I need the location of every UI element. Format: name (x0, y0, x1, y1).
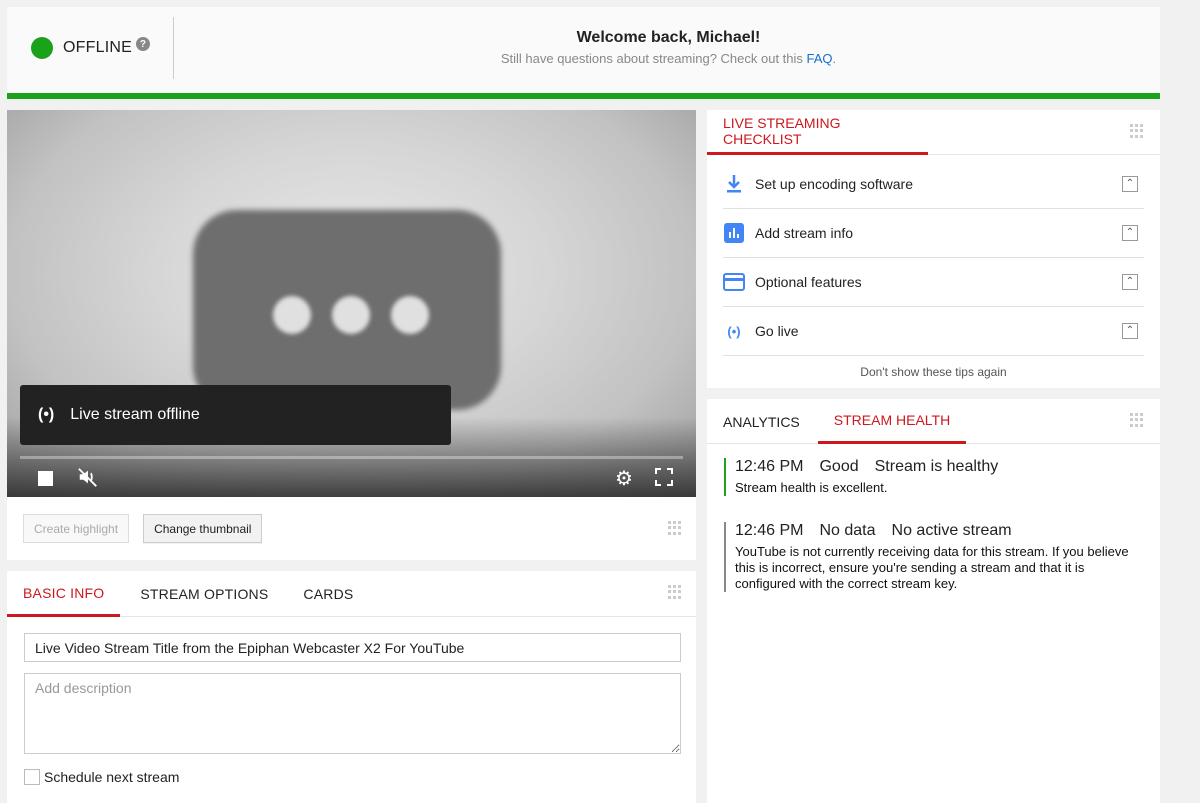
event-description: YouTube is not currently receiving data … (735, 544, 1129, 591)
loading-dot (332, 296, 370, 334)
video-preview[interactable]: (•) Live stream offline ⚙ (7, 110, 696, 497)
event-summary: Stream is healthy (874, 458, 999, 475)
tab-analytics[interactable]: ANALYTICS (707, 399, 816, 444)
expand-icon[interactable]: ⌃ (1122, 323, 1138, 339)
live-streaming-checklist: LIVE STREAMING CHECKLIST Set up encoding… (707, 110, 1160, 388)
welcome-subtitle: Still have questions about streaming? Ch… (177, 51, 1160, 66)
welcome-message: Welcome back, Michael! Still have questi… (177, 29, 1160, 66)
info-tabs: BASIC INFO STREAM OPTIONS CARDS (7, 571, 696, 617)
drag-handle-icon[interactable] (1130, 413, 1144, 427)
tab-stream-health[interactable]: STREAM HEALTH (817, 399, 967, 444)
stream-status: OFFLINE ? (31, 37, 150, 59)
event-summary: No active stream (891, 522, 1012, 539)
event-time: 12:46 PM (735, 522, 804, 539)
checklist-item-label: Optional features (755, 274, 862, 290)
schedule-label: Schedule next stream (44, 769, 180, 785)
checklist-item-label: Go live (755, 323, 799, 339)
drag-handle-icon[interactable] (668, 521, 682, 535)
loading-dot (273, 296, 311, 334)
faq-link[interactable]: FAQ (807, 51, 833, 66)
event-header: 12:46 PM Good Stream is healthy (735, 458, 1144, 476)
expand-icon[interactable]: ⌃ (1122, 176, 1138, 192)
chart-icon (723, 222, 745, 244)
welcome-sub-text: Still have questions about streaming? Ch… (500, 51, 807, 66)
tab-basic-info[interactable]: BASIC INFO (7, 571, 121, 617)
checklist-item-label: Add stream info (755, 225, 854, 241)
event-header: 12:46 PM No data No active stream (735, 522, 1144, 540)
fullscreen-icon[interactable] (655, 468, 673, 486)
broadcast-icon: (•) (38, 406, 55, 423)
broadcast-icon: (•) (727, 323, 741, 339)
stream-health-card: ANALYTICS STREAM HEALTH 12:46 PM Good St… (707, 399, 1160, 803)
stop-icon[interactable] (38, 471, 53, 486)
drag-handle-icon[interactable] (1130, 124, 1144, 138)
loading-dot (391, 296, 429, 334)
tab-stream-options[interactable]: STREAM OPTIONS (124, 571, 284, 617)
stream-title-input[interactable] (24, 633, 681, 662)
checklist-item-go-live[interactable]: (•) Go live ⌃ (723, 307, 1144, 356)
checklist-item-optional-features[interactable]: Optional features ⌃ (723, 258, 1144, 307)
checklist-header: LIVE STREAMING CHECKLIST (707, 110, 1160, 155)
status-label: OFFLINE (63, 39, 132, 56)
health-tabs: ANALYTICS STREAM HEALTH (707, 399, 1160, 444)
progress-bar[interactable] (20, 456, 683, 459)
drag-handle-icon[interactable] (668, 585, 682, 599)
offline-text: Live stream offline (70, 406, 200, 423)
health-event-good: 12:46 PM Good Stream is healthy Stream h… (724, 458, 1144, 496)
description-input[interactable] (24, 673, 681, 754)
schedule-next-stream[interactable]: Schedule next stream (24, 769, 179, 785)
credit-card-icon (723, 271, 745, 293)
change-thumbnail-button[interactable]: Change thumbnail (143, 514, 263, 543)
player-actions: Create highlight Change thumbnail (23, 514, 263, 543)
checklist-item-stream-info[interactable]: Add stream info ⌃ (723, 209, 1144, 258)
create-highlight-button[interactable]: Create highlight (23, 514, 130, 543)
expand-icon[interactable]: ⌃ (1122, 225, 1138, 241)
basic-info-card: BASIC INFO STREAM OPTIONS CARDS Schedule… (7, 571, 696, 803)
event-time: 12:46 PM (735, 458, 804, 475)
header: OFFLINE ? Welcome back, Michael! Still h… (7, 7, 1160, 99)
checklist-item-encoding[interactable]: Set up encoding software ⌃ (723, 160, 1144, 209)
player-card: (•) Live stream offline ⚙ Create highlig… (7, 110, 696, 560)
tab-cards[interactable]: CARDS (287, 571, 369, 617)
welcome-sub-period: . (832, 51, 837, 66)
download-icon (723, 173, 745, 195)
health-event-no-data: 12:46 PM No data No active stream YouTub… (724, 522, 1144, 592)
expand-icon[interactable]: ⌃ (1122, 274, 1138, 290)
header-divider (173, 17, 174, 79)
welcome-title: Welcome back, Michael! (576, 29, 761, 46)
help-icon[interactable]: ? (135, 37, 150, 51)
status-indicator (31, 37, 53, 59)
settings-gear-icon[interactable]: ⚙ (615, 466, 633, 491)
event-status: No data (819, 522, 876, 539)
dismiss-tips-link[interactable]: Don't show these tips again (707, 365, 1160, 379)
event-status: Good (819, 458, 859, 475)
offline-overlay: (•) Live stream offline (20, 385, 451, 445)
event-description: Stream health is excellent. (735, 480, 888, 495)
checklist-item-label: Set up encoding software (755, 176, 913, 192)
checklist-title: LIVE STREAMING CHECKLIST (707, 110, 928, 155)
mute-icon[interactable] (77, 466, 99, 494)
schedule-checkbox[interactable] (24, 769, 40, 785)
